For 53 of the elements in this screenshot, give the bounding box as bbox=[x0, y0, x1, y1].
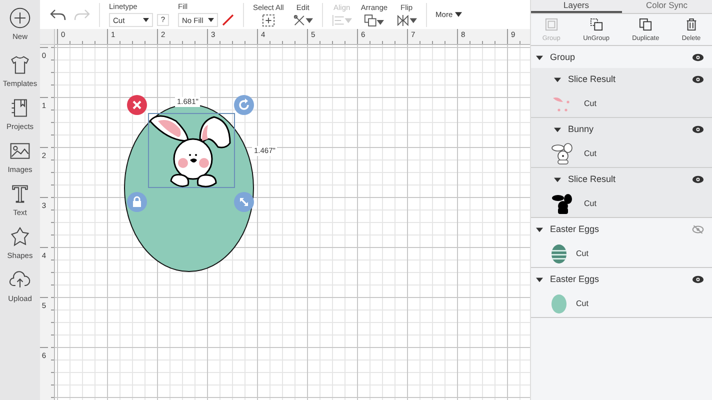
stroke-swatch-icon[interactable] bbox=[222, 14, 234, 26]
layer-name[interactable]: Slice Result bbox=[568, 174, 685, 184]
egg-thumbnail bbox=[551, 294, 567, 314]
flip-icon[interactable] bbox=[396, 14, 417, 26]
layer-item[interactable]: Cut bbox=[531, 190, 712, 217]
layer-item[interactable]: Cut bbox=[531, 140, 712, 167]
dropdown-caret-icon bbox=[143, 18, 149, 22]
shapes-icon bbox=[9, 226, 31, 248]
layer-name[interactable]: Slice Result bbox=[568, 74, 685, 84]
shirt-icon bbox=[9, 54, 31, 76]
new-plus-icon bbox=[9, 7, 31, 29]
hidden-eye-icon[interactable] bbox=[692, 224, 704, 234]
caret-icon[interactable] bbox=[554, 76, 561, 82]
layer-label: Cut bbox=[576, 299, 588, 308]
layer-label: Cut bbox=[584, 99, 596, 108]
eye-icon[interactable] bbox=[692, 74, 704, 84]
bunny-thumbnail bbox=[551, 142, 575, 164]
panel-tab[interactable]: Color Sync bbox=[622, 0, 712, 13]
eye-icon[interactable] bbox=[692, 174, 704, 184]
ungroup-icon bbox=[590, 18, 603, 31]
layer-name[interactable]: Bunny bbox=[568, 124, 685, 134]
resize-icon[interactable] bbox=[234, 192, 254, 212]
panel-tab[interactable]: Layers bbox=[531, 0, 622, 13]
layer-item[interactable]: Cut bbox=[531, 290, 712, 317]
layer-label: Cut bbox=[584, 199, 596, 208]
caret-icon[interactable] bbox=[554, 176, 561, 182]
layer-name[interactable]: Easter Eggs bbox=[550, 274, 685, 284]
eye-icon[interactable] bbox=[692, 124, 704, 134]
letter-t-icon bbox=[9, 183, 31, 205]
close-icon[interactable] bbox=[127, 95, 147, 115]
dropdown-caret-icon bbox=[208, 18, 214, 22]
layer-item[interactable]: Cut bbox=[531, 90, 712, 117]
striped-egg-thumbnail bbox=[551, 244, 567, 264]
caret-icon[interactable] bbox=[536, 276, 543, 282]
layer-name[interactable]: Easter Eggs bbox=[550, 224, 685, 234]
group-icon bbox=[544, 18, 558, 31]
caret-icon[interactable] bbox=[536, 54, 543, 60]
layer-name[interactable]: Group bbox=[550, 52, 685, 62]
arrange-icon[interactable] bbox=[364, 14, 384, 26]
select-all-icon[interactable] bbox=[262, 14, 275, 26]
bunny-silhouette-thumbnail bbox=[551, 192, 575, 214]
undo-icon[interactable] bbox=[50, 8, 66, 22]
layer-label: Cut bbox=[584, 149, 596, 158]
caret-icon bbox=[454, 12, 462, 17]
caret-icon[interactable] bbox=[554, 126, 561, 132]
trash-icon bbox=[684, 18, 698, 31]
duplicate-icon bbox=[639, 18, 652, 31]
caret-icon[interactable] bbox=[536, 226, 543, 232]
layer-item[interactable]: Cut bbox=[531, 240, 712, 267]
eye-icon[interactable] bbox=[692, 274, 704, 284]
picture-icon bbox=[9, 140, 31, 162]
layer-label: Cut bbox=[576, 249, 588, 258]
eye-icon[interactable] bbox=[692, 52, 704, 62]
